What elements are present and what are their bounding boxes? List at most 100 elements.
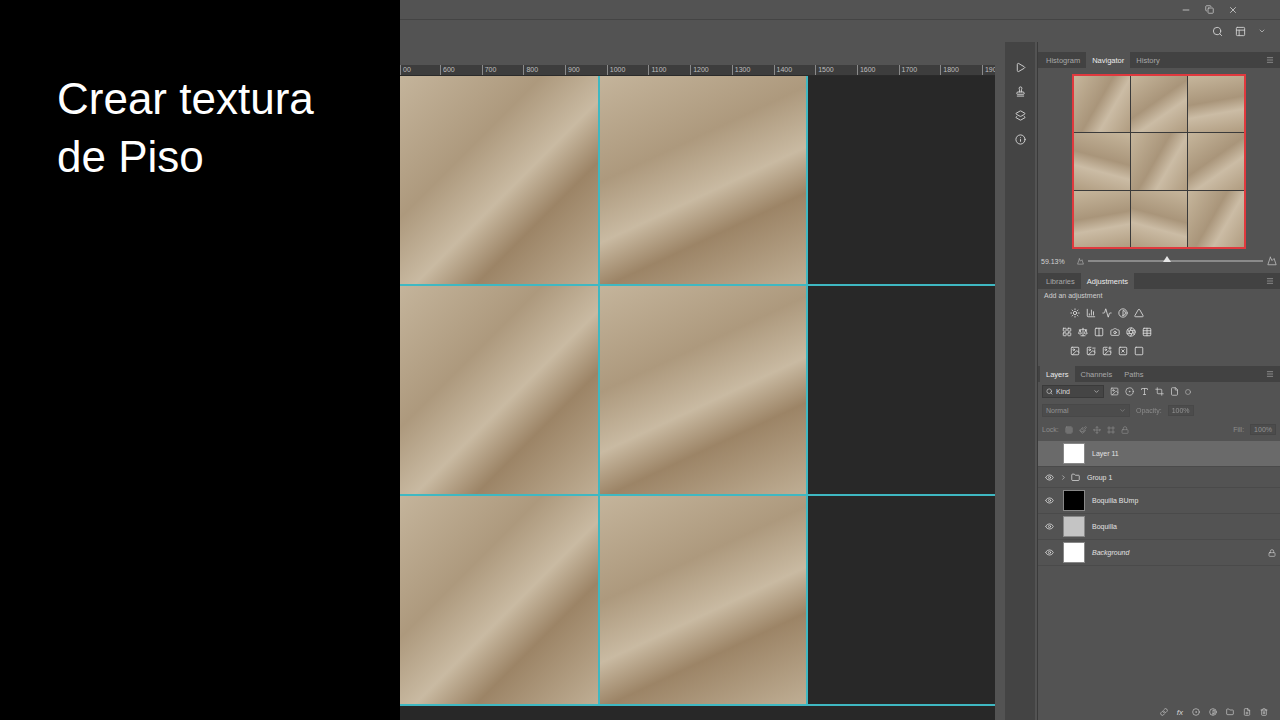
zoom-value[interactable]: 59.13% [1041, 258, 1073, 265]
ruler-tick: 1800 [940, 65, 982, 75]
floor-tile [808, 496, 995, 704]
layer-row[interactable]: Background [1038, 540, 1280, 566]
screen: Crear textura de Piso 0060070080090010001… [0, 0, 1280, 720]
opacity-field[interactable]: 100% [1168, 405, 1194, 416]
visibility-toggle[interactable] [1042, 546, 1056, 560]
lock-icon [1268, 549, 1276, 557]
smart-filter-icon[interactable] [1170, 387, 1179, 396]
adjustment-icon[interactable] [1134, 346, 1144, 356]
ruler-tick: 1100 [648, 65, 690, 75]
panel-tab[interactable]: Libraries [1040, 273, 1081, 289]
zoom-slider[interactable] [1088, 260, 1263, 262]
trash-icon[interactable] [1260, 708, 1268, 716]
ruler-tick: 600 [440, 65, 482, 75]
layer-name: Group 1 [1087, 474, 1280, 481]
panel-tab[interactable]: History [1130, 52, 1165, 68]
panel-tab[interactable]: Navigator [1086, 52, 1130, 68]
preview-tile [1188, 191, 1244, 247]
adjustment-icon[interactable] [1110, 327, 1120, 337]
lock-pixels-icon[interactable] [1065, 426, 1073, 434]
stamp-icon[interactable] [1015, 86, 1026, 97]
video-title: Crear textura de Piso [57, 70, 357, 186]
adjustment-icon[interactable] [1078, 327, 1088, 337]
adjustment-icon[interactable] [1134, 308, 1144, 318]
zoom-out-icon[interactable] [1077, 258, 1084, 265]
slider-thumb[interactable] [1163, 256, 1171, 262]
adjustment-filter-icon[interactable] [1125, 387, 1134, 396]
adjustment-tabs: LibrariesAdjustments [1038, 273, 1280, 289]
document-area: 0060070080090010001100120013001400150016… [400, 42, 995, 720]
adjustment-row [1044, 303, 1274, 322]
fill-field[interactable]: 100% [1250, 424, 1276, 435]
adjustment-layer-icon[interactable] [1209, 708, 1217, 716]
layer-row[interactable]: Boquilla BUmp [1038, 488, 1280, 514]
chevron-icon [1093, 388, 1100, 395]
adjustment-icon[interactable] [1094, 327, 1104, 337]
menu-icon[interactable] [1266, 370, 1274, 378]
pixel-filter-icon[interactable] [1110, 387, 1119, 396]
adjustment-icon[interactable] [1070, 346, 1080, 356]
type-filter-icon[interactable] [1140, 387, 1149, 396]
restore-icon[interactable] [1205, 5, 1214, 14]
adjustment-icon[interactable] [1102, 346, 1112, 356]
adjustment-icon[interactable] [1086, 308, 1096, 318]
canvas[interactable] [400, 76, 995, 720]
layer-name: Boquilla BUmp [1092, 497, 1260, 504]
new-layer-icon[interactable] [1243, 708, 1251, 716]
visibility-toggle[interactable] [1042, 470, 1056, 484]
panel-tab[interactable]: Adjustments [1081, 273, 1134, 289]
preview-tile [1074, 133, 1130, 189]
workspace-icon[interactable] [1235, 26, 1246, 37]
adjustment-icon[interactable] [1126, 327, 1136, 337]
blend-dropdown[interactable]: Normal [1042, 404, 1130, 417]
lock-all-icon[interactable] [1121, 426, 1129, 434]
minimize-icon[interactable] [1181, 5, 1191, 15]
lock-artboard-icon[interactable] [1107, 426, 1115, 434]
visibility-toggle[interactable] [1042, 520, 1056, 534]
chevron-icon[interactable] [1060, 474, 1067, 481]
ruler-tick: 1300 [732, 65, 774, 75]
new-group-icon[interactable] [1226, 708, 1234, 716]
zoom-row: 59.13% [1038, 253, 1280, 269]
layer-row[interactable]: Group 1 [1038, 467, 1280, 488]
floor-tile [808, 76, 995, 284]
folder-icon [1071, 473, 1080, 482]
zoom-in-icon[interactable] [1267, 256, 1277, 266]
panel-tab[interactable]: Histogram [1040, 52, 1086, 68]
shape-filter-icon[interactable] [1155, 387, 1164, 396]
menu-icon[interactable] [1266, 277, 1274, 285]
adjustment-icon[interactable] [1142, 327, 1152, 337]
toggle-filter-icon[interactable] [1185, 389, 1191, 395]
search-icon[interactable] [1212, 26, 1223, 37]
lock-move-icon[interactable] [1093, 426, 1101, 434]
info-icon[interactable] [1015, 134, 1026, 145]
adjustment-icon[interactable] [1102, 308, 1112, 318]
ruler-tick: 1900 [982, 65, 995, 75]
visibility-toggle[interactable] [1042, 447, 1056, 461]
adjustment-icon[interactable] [1118, 308, 1128, 318]
lock-paint-icon[interactable] [1079, 426, 1087, 434]
adjustment-icon[interactable] [1070, 308, 1080, 318]
adjustment-icon[interactable] [1118, 346, 1128, 356]
adjustment-icon[interactable] [1086, 346, 1096, 356]
fx-button[interactable]: fx [1177, 708, 1183, 717]
panel-tab[interactable]: Paths [1118, 366, 1149, 382]
mask-icon[interactable] [1192, 708, 1200, 716]
close-icon[interactable] [1228, 5, 1238, 15]
kind-dropdown[interactable]: Kind [1042, 385, 1104, 398]
link-icon[interactable] [1160, 708, 1168, 716]
layer-row[interactable]: Layer 11 [1038, 441, 1280, 467]
panel-tab[interactable]: Channels [1075, 366, 1119, 382]
layers-icon[interactable] [1015, 110, 1026, 121]
chevron-icon[interactable] [1258, 27, 1266, 35]
visibility-toggle[interactable] [1042, 494, 1056, 508]
navigator-preview[interactable] [1072, 74, 1246, 249]
panel-tab[interactable]: Layers [1040, 366, 1075, 382]
adjustments-heading: Add an adjustment [1044, 292, 1274, 303]
play-icon[interactable] [1015, 62, 1026, 73]
preview-tile [1131, 133, 1187, 189]
adjustment-icon[interactable] [1062, 327, 1072, 337]
menu-icon[interactable] [1266, 56, 1274, 64]
layer-row[interactable]: Boquilla [1038, 514, 1280, 540]
preview-tile [1131, 191, 1187, 247]
